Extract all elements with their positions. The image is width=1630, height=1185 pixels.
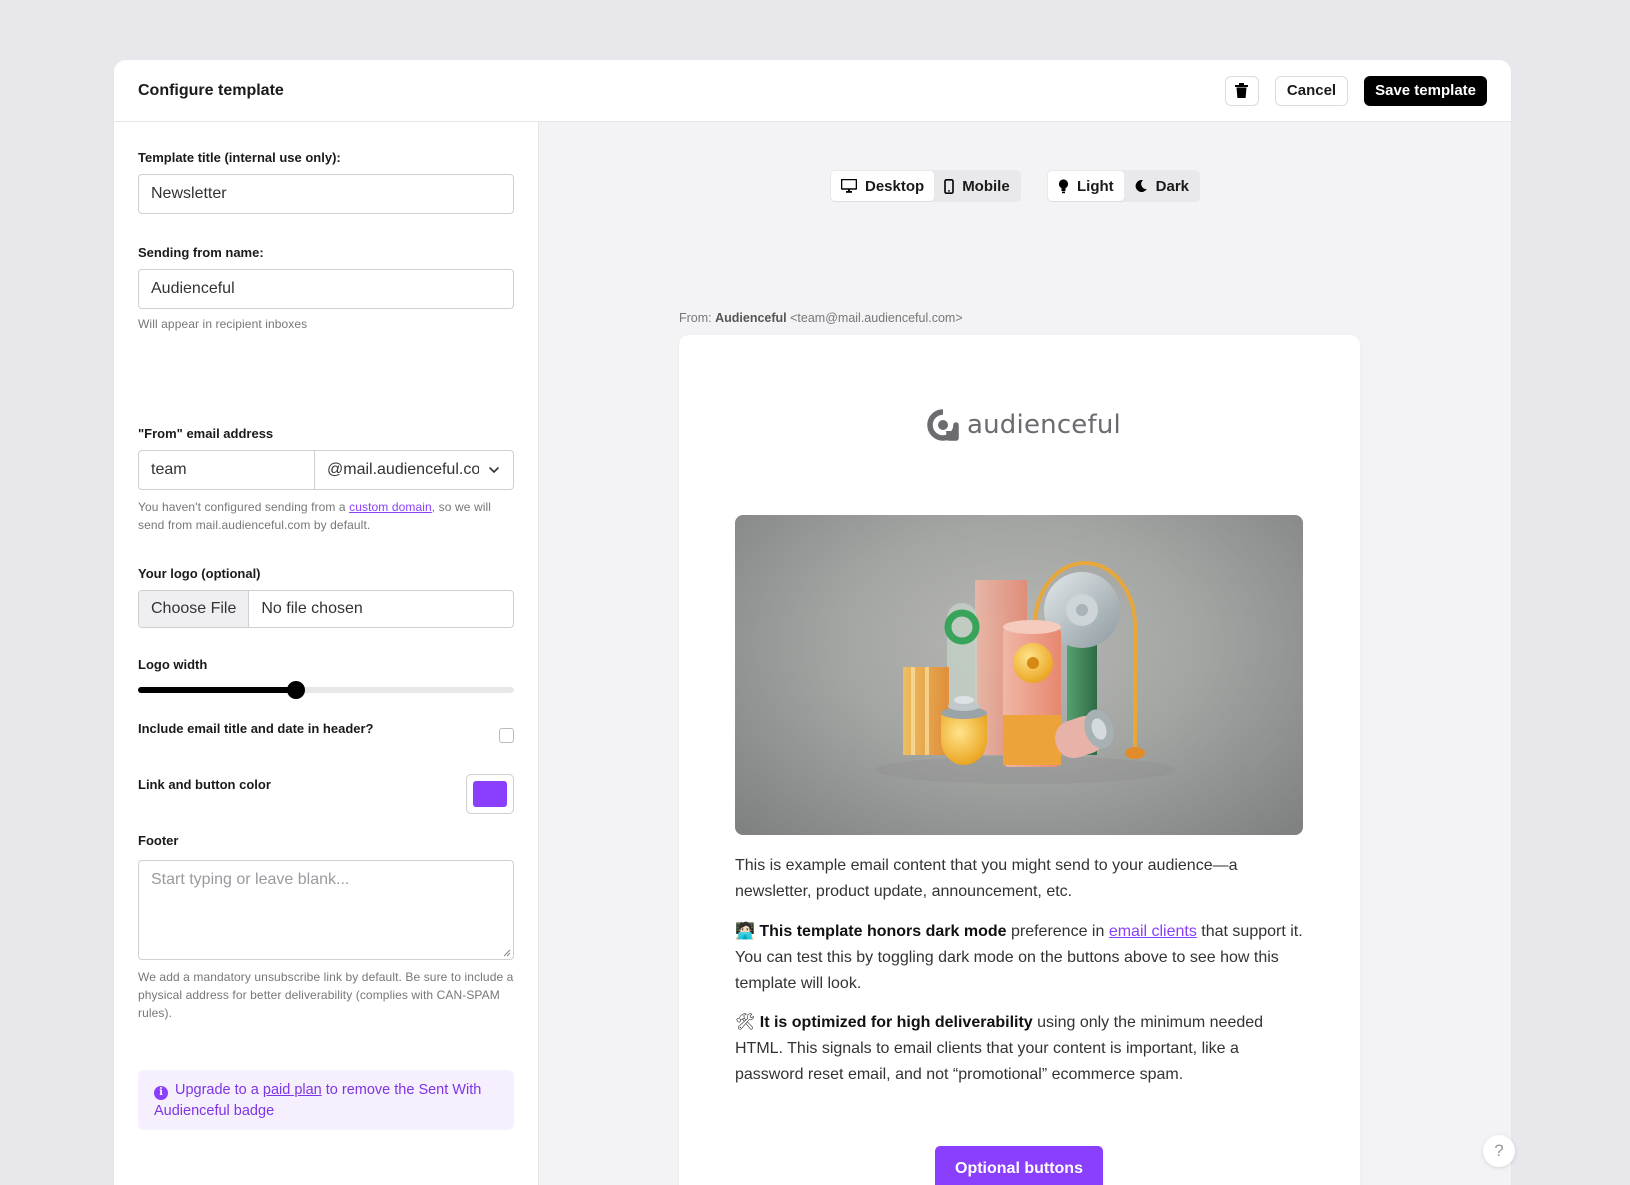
chevron-down-icon [489,467,499,474]
resize-grip-icon[interactable] [501,947,511,957]
trash-icon [1235,83,1249,98]
device-toggle: Desktop Mobile [830,170,1021,202]
include-header-checkbox[interactable] [499,728,514,743]
link-color-picker[interactable] [466,774,514,814]
footer-textarea[interactable]: Start typing or leave blank... [138,860,514,960]
email-paragraph-3: 🛠 It is optimized for high deliverabilit… [735,1014,1264,1083]
logo-width-slider[interactable] [138,681,514,699]
choose-file-button[interactable]: Choose File [139,591,250,627]
light-toggle[interactable]: Light [1048,171,1124,201]
from-email-field: team @mail.audienceful.com [138,450,514,490]
sending-name-input[interactable]: Audienceful [138,269,514,309]
footer-label: Footer [138,833,179,848]
include-header-label: Include email title and date in header? [138,721,374,736]
header-actions: Cancel Save template [1224,75,1487,106]
email-clients-link[interactable]: email clients [1109,923,1197,940]
slider-fill [138,687,296,693]
footer-help: We add a mandatory unsubscribe link by d… [138,970,514,1020]
logo-label: Your logo (optional) [138,566,261,581]
brand-logo: audienceful [927,409,1121,441]
file-status: No file chosen [261,600,363,617]
email-paragraph-2: 🧑🏻‍💻 This template honors dark mode pref… [735,923,1303,992]
lightbulb-icon [1058,178,1069,193]
custom-domain-link[interactable]: custom domain [349,500,432,514]
upgrade-notice: i Upgrade to a paid plan to remove the Se… [138,1070,514,1130]
page-title: Configure template [138,81,284,99]
paid-plan-link[interactable]: paid plan [263,1082,322,1098]
email-body: audienceful This is example email conten… [679,335,1360,1185]
optional-buttons-cta[interactable]: Optional buttons [935,1146,1103,1185]
audienceful-logo-icon [927,409,959,441]
email-preview-pane: Desktop Mobile Light Dark From: Audience… [539,122,1511,1185]
template-title-label: Template title (internal use only): [138,150,341,165]
from-line: From: Audienceful <team@mail.audienceful… [679,311,963,325]
desktop-toggle[interactable]: Desktop [831,171,935,201]
sending-name-label: Sending from name: [138,245,264,260]
configure-template-modal: Configure template Cancel Save template … [114,60,1511,1185]
desktop-icon [841,179,857,193]
footer-placeholder: Start typing or leave blank... [151,871,350,888]
theme-toggle: Light Dark [1047,170,1201,202]
logo-wordmark: audienceful [967,410,1121,440]
mobile-toggle[interactable]: Mobile [934,171,1020,201]
email-local-input[interactable]: team [139,451,315,489]
save-template-button[interactable]: Save template [1364,75,1487,106]
delete-button[interactable] [1224,75,1259,106]
modal-header: Configure template Cancel Save template [114,60,1511,122]
email-domain-select[interactable]: @mail.audienceful.com [315,451,513,489]
email-paragraph-1: This is example email content that you m… [735,857,1238,900]
cancel-button[interactable]: Cancel [1274,75,1349,106]
moon-icon [1135,180,1147,193]
hero-illustration [875,561,1175,784]
help-button[interactable]: ? [1483,1135,1515,1167]
from-email-label: "From" email address [138,426,274,441]
logo-width-label: Logo width [138,657,208,672]
from-email-help: You haven't configured sending from a cu… [138,500,492,532]
dark-toggle[interactable]: Dark [1124,171,1199,201]
hero-image [735,515,1303,835]
email-domain-value: @mail.audienceful.com [327,461,479,478]
info-icon: i [154,1085,168,1100]
color-swatch [473,781,507,807]
logo-file-input: Choose File No file chosen [138,590,514,628]
mobile-icon [944,178,954,194]
template-title-input[interactable]: Newsletter [138,174,514,214]
slider-thumb[interactable] [286,681,305,699]
link-color-label: Link and button color [138,777,271,792]
sending-name-help: Will appear in recipient inboxes [138,317,308,331]
settings-sidebar: Template title (internal use only): News… [114,122,539,1185]
